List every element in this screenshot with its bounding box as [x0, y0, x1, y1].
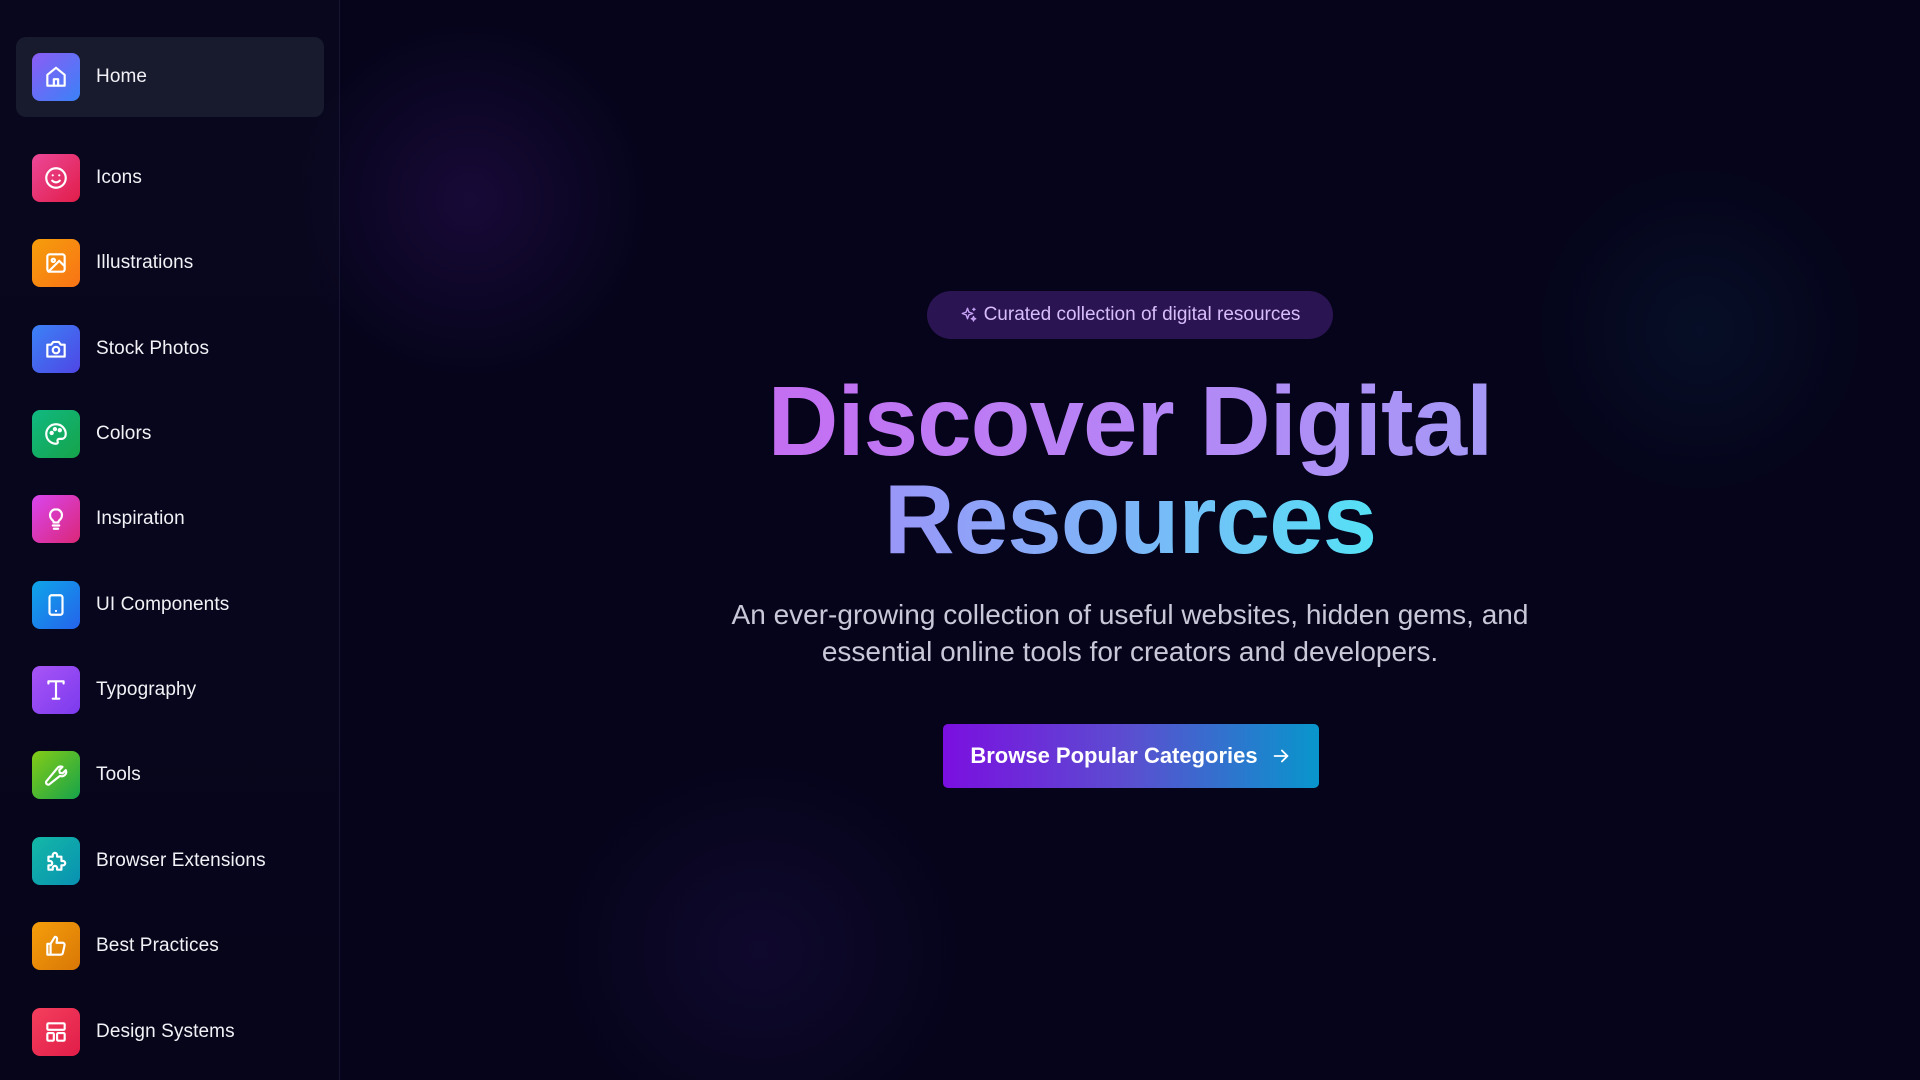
hero-badge: Curated collection of digital resources	[927, 291, 1333, 339]
hero-section: Curated collection of digital resources …	[340, 0, 1920, 1080]
sidebar-item-design-systems[interactable]: Design Systems	[16, 992, 324, 1072]
sidebar-item-label: UI Components	[96, 594, 230, 615]
puzzle-icon	[32, 837, 80, 885]
smiley-icon	[32, 154, 80, 202]
hero-title-line2: Resources	[340, 470, 1920, 568]
camera-icon	[32, 325, 80, 373]
hero-badge-text: Curated collection of digital resources	[983, 304, 1301, 325]
sidebar-item-icons[interactable]: Icons	[16, 138, 324, 218]
sidebar-item-label: Inspiration	[96, 508, 185, 529]
sidebar-item-label: Stock Photos	[96, 338, 210, 359]
lightbulb-icon	[32, 495, 80, 543]
sparkles-icon	[961, 307, 977, 322]
sidebar-item-label: Typography	[96, 679, 197, 700]
sidebar-item-label: Icons	[96, 167, 142, 188]
sidebar-item-label: Illustrations	[96, 252, 194, 273]
browse-categories-button[interactable]: Browse Popular Categories	[943, 724, 1319, 788]
sidebar-item-tools[interactable]: Tools	[16, 735, 324, 815]
sidebar: Home Icons Illustrations Stock Photos Co	[0, 0, 340, 1080]
sidebar-item-browser-extensions[interactable]: Browser Extensions	[16, 821, 324, 901]
hero-subtitle: An ever-growing collection of useful web…	[731, 599, 1529, 667]
home-icon	[32, 53, 80, 101]
sidebar-item-colors[interactable]: Colors	[16, 394, 324, 474]
browse-categories-label: Browse Popular Categories	[970, 743, 1258, 768]
sidebar-item-home[interactable]: Home	[16, 37, 324, 117]
tablet-icon	[32, 581, 80, 629]
wrench-icon	[32, 751, 80, 799]
sidebar-item-typography[interactable]: Typography	[16, 650, 324, 730]
image-icon	[32, 239, 80, 287]
sidebar-item-label: Design Systems	[96, 1021, 235, 1042]
hero-title-line1-text: Discover Digital	[767, 366, 1494, 476]
sidebar-item-label: Home	[96, 66, 148, 87]
thumbs-up-icon	[32, 922, 80, 970]
sidebar-item-label: Best Practices	[96, 935, 219, 956]
text-icon	[32, 666, 80, 714]
sidebar-item-label: Tools	[96, 764, 141, 785]
hero-title-line1: Discover Digital	[340, 372, 1920, 470]
palette-icon	[32, 410, 80, 458]
sidebar-item-label: Browser Extensions	[96, 850, 266, 871]
sidebar-item-illustrations[interactable]: Illustrations	[16, 223, 324, 303]
layout-icon	[32, 1008, 80, 1056]
page: Home Icons Illustrations Stock Photos Co	[0, 0, 1920, 1080]
hero-title-line2-text: Resources	[883, 464, 1377, 574]
sidebar-item-stock-photos[interactable]: Stock Photos	[16, 309, 324, 389]
sidebar-item-label: Colors	[96, 423, 152, 444]
sidebar-item-best-practices[interactable]: Best Practices	[16, 906, 324, 986]
sidebar-item-ui-components[interactable]: UI Components	[16, 565, 324, 645]
sidebar-item-inspiration[interactable]: Inspiration	[16, 479, 324, 559]
arrow-right-icon	[1273, 749, 1288, 763]
